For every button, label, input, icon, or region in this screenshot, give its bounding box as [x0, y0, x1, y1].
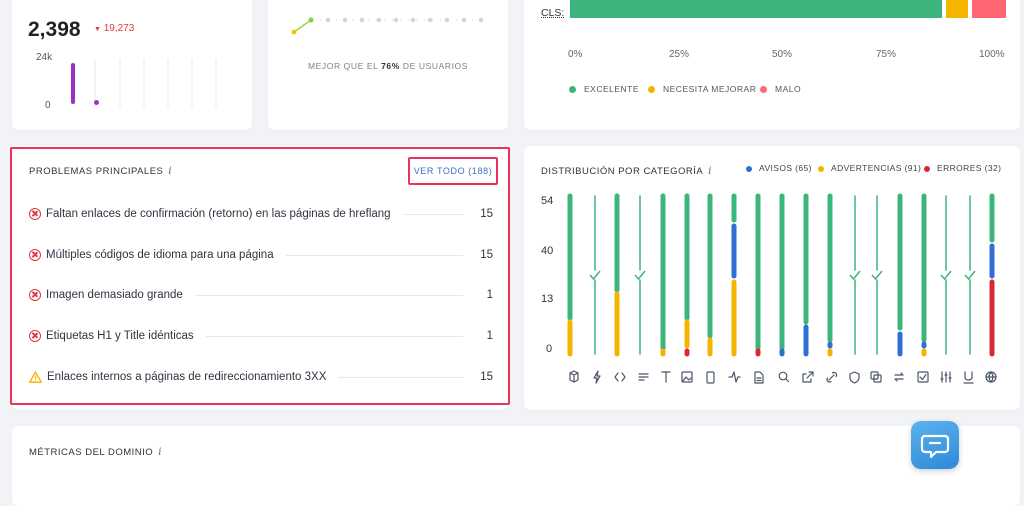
domain-metrics-card — [12, 426, 1020, 506]
cls-tick-25: 25% — [669, 49, 690, 60]
warning-triangle-icon — [29, 371, 42, 383]
info-icon[interactable]: i — [168, 166, 172, 177]
image-icon[interactable] — [681, 371, 693, 383]
problem-text: Etiquetas H1 y Title idénticas — [46, 330, 194, 342]
info-icon[interactable]: i — [158, 447, 162, 458]
dist-y-label-54: 54 — [541, 195, 554, 207]
cls-segment-needs-improvement[interactable] — [946, 0, 968, 18]
document-icon[interactable] — [754, 371, 764, 384]
cls-legend-excellent: EXCELENTE — [569, 84, 639, 94]
problem-count[interactable]: 15 — [479, 208, 493, 220]
legend-notices[interactable]: AVISOS (65) — [746, 163, 812, 173]
problem-text: Múltiples códigos de idioma para una pág… — [46, 249, 274, 261]
checkmark-icon — [589, 270, 601, 281]
error-circle-icon — [29, 249, 41, 261]
cls-label[interactable]: CLS: — [541, 7, 564, 19]
sliders-icon[interactable] — [940, 371, 952, 383]
row-divider — [338, 376, 463, 378]
cls-tick-0: 0% — [568, 49, 583, 60]
cls-tick-75: 75% — [876, 49, 897, 60]
redirect-icon[interactable] — [894, 372, 904, 382]
cls-segment-poor[interactable] — [971, 0, 1006, 18]
text-icon[interactable] — [661, 371, 671, 383]
underline-icon[interactable] — [963, 371, 974, 384]
pulse-icon[interactable] — [728, 371, 741, 383]
cls-legend-poor: MALO — [760, 84, 801, 94]
problem-text: Faltan enlaces de confirmación (retorno)… — [46, 208, 391, 220]
row-divider — [194, 294, 463, 296]
checkbox-icon[interactable] — [917, 371, 929, 383]
cls-segment-excellent[interactable] — [570, 0, 943, 18]
cls-tick-50: 50% — [772, 49, 793, 60]
problem-text: Enlaces internos a páginas de redireccio… — [47, 371, 327, 383]
problem-row[interactable]: Enlaces internos a páginas de redireccio… — [29, 368, 493, 386]
metrics-title: MÉTRICAS DEL DOMINIO i — [29, 447, 162, 458]
red-dot-icon — [924, 166, 930, 172]
problems-title: PROBLEMAS PRINCIPALES i — [29, 166, 173, 177]
dist-y-label-40: 40 — [541, 245, 554, 257]
legend-warnings[interactable]: ADVERTENCIAS (91) — [818, 163, 921, 173]
checkmark-icon — [871, 270, 883, 281]
problem-text: Imagen demasiado grande — [46, 289, 183, 301]
external-link-icon[interactable] — [802, 371, 814, 383]
green-dot-icon — [569, 86, 576, 93]
problem-count[interactable]: 15 — [479, 249, 493, 261]
cls-tick-100: 100% — [979, 49, 1005, 60]
cls-bar — [570, 0, 1006, 18]
legend-errors[interactable]: ERRORES (32) — [924, 163, 1001, 173]
row-divider — [205, 335, 463, 337]
flow-icon[interactable] — [638, 373, 649, 381]
problem-count[interactable]: 1 — [479, 330, 493, 342]
blue-dot-icon — [746, 166, 752, 172]
problem-row[interactable]: Etiquetas H1 y Title idénticas 1 — [29, 327, 493, 345]
link-icon[interactable] — [826, 371, 838, 383]
category-distribution-chart — [567, 193, 997, 384]
yellow-dot-icon — [818, 166, 824, 172]
problem-count[interactable]: 15 — [479, 371, 493, 383]
checkmark-icon — [849, 270, 861, 281]
checkmark-icon — [964, 270, 976, 281]
problem-count[interactable]: 1 — [479, 289, 493, 301]
error-circle-icon — [29, 208, 41, 220]
bolt-icon[interactable] — [593, 370, 601, 384]
code-icon[interactable] — [614, 372, 626, 382]
copy-icon[interactable] — [870, 371, 882, 383]
cube-icon[interactable] — [569, 370, 579, 383]
better-than-text: MEJOR QUE EL 76% DE USUARIOS — [307, 61, 469, 71]
search-icon[interactable] — [778, 371, 790, 383]
checkmark-icon — [634, 270, 646, 281]
chat-bubble-icon — [920, 434, 950, 459]
dist-y-label-13: 13 — [541, 293, 554, 305]
cls-card: CLS: 0% 25% 50% 75% 100% EXCELENTE NECES… — [524, 0, 1020, 130]
globe-icon[interactable] — [985, 371, 997, 383]
problem-row[interactable]: Faltan enlaces de confirmación (retorno)… — [29, 205, 493, 223]
problem-row[interactable]: Múltiples códigos de idioma para una pág… — [29, 246, 493, 264]
row-divider — [402, 213, 463, 215]
cls-legend-needs-improvement: NECESITA MEJORAR — [648, 84, 756, 94]
yellow-dot-icon — [648, 86, 655, 93]
visits-mini-chart — [71, 59, 217, 107]
checkmark-icon — [940, 270, 952, 281]
chat-button[interactable] — [911, 421, 959, 469]
dist-y-label-0: 0 — [546, 343, 553, 355]
visits-card: 2,398 ▼ 19,273 24k 0 — [12, 0, 252, 130]
red-dot-icon — [760, 86, 767, 93]
problems-highlight-outline — [10, 147, 510, 405]
info-icon[interactable]: i — [708, 166, 712, 177]
score-card: MEJOR QUE EL 76% DE USUARIOS — [268, 0, 508, 130]
problem-row[interactable]: Imagen demasiado grande 1 — [29, 286, 493, 304]
distribution-title: DISTRIBUCIÓN POR CATEGORÍA i — [541, 166, 712, 177]
error-circle-icon — [29, 289, 41, 301]
score-trend-chart — [291, 17, 484, 35]
view-all-button[interactable]: VER TODO (188) — [408, 157, 498, 185]
error-circle-icon — [29, 330, 41, 342]
mobile-icon[interactable] — [706, 371, 715, 384]
shield-icon[interactable] — [849, 371, 860, 384]
row-divider — [285, 254, 463, 256]
